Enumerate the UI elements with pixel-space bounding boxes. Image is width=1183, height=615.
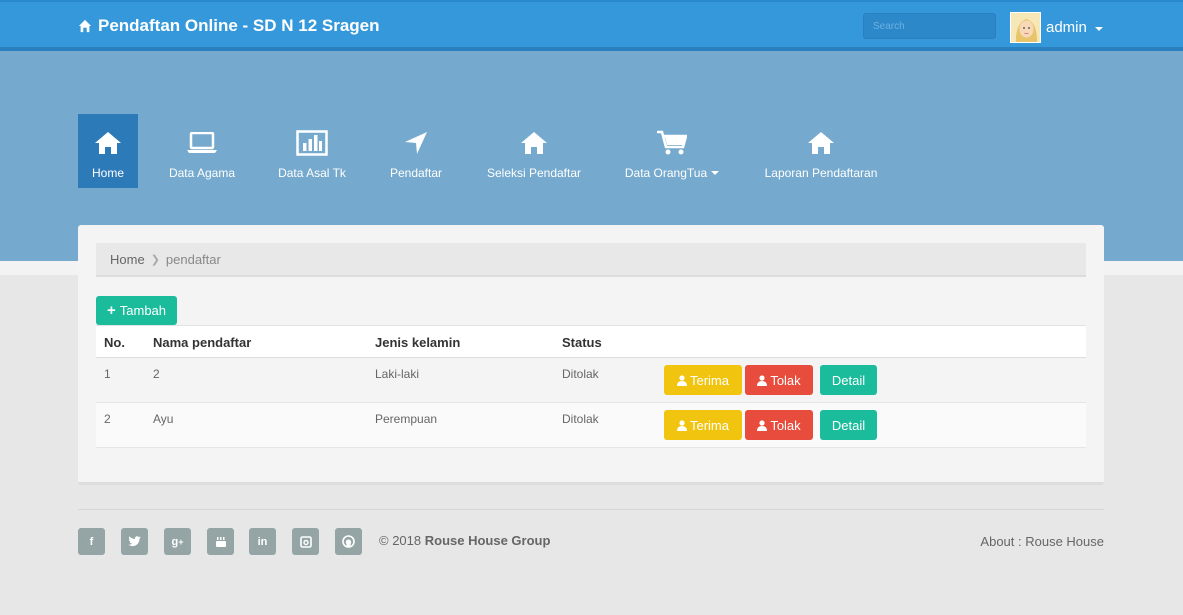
breadcrumb-home[interactable]: Home bbox=[110, 252, 145, 267]
cell-no: 2 bbox=[104, 412, 111, 426]
top-navbar: Pendaftan Online - SD N 12 Sragen admin bbox=[0, 0, 1183, 51]
nav-label: Data Asal Tk bbox=[278, 166, 346, 180]
terima-button[interactable]: Terima bbox=[664, 365, 742, 395]
facebook-icon[interactable]: f bbox=[78, 528, 105, 555]
username: admin bbox=[1046, 19, 1087, 36]
instagram-icon[interactable] bbox=[292, 528, 319, 555]
add-button-label: Tambah bbox=[119, 303, 167, 318]
header-jenis-kelamin: Jenis kelamin bbox=[375, 335, 461, 350]
cell-status: Ditolak bbox=[562, 367, 599, 381]
footer-divider bbox=[78, 509, 1104, 510]
cell-nama: Ayu bbox=[153, 412, 174, 426]
nav-label: Seleksi Pendaftar bbox=[486, 166, 582, 180]
home-icon bbox=[78, 19, 92, 33]
nav-label: Data OrangTua bbox=[624, 166, 708, 180]
cell-nama: 2 bbox=[153, 367, 160, 381]
chevron-down-icon bbox=[711, 171, 720, 175]
header-no: No. bbox=[104, 335, 125, 350]
nav-data-orangtua[interactable]: Data OrangTua bbox=[621, 114, 723, 188]
table-row: 1 2 Laki-laki Ditolak Terima Tolak Detai… bbox=[96, 358, 1086, 403]
home-icon bbox=[521, 132, 547, 154]
detail-button[interactable]: Detail bbox=[820, 365, 877, 395]
linkedin-icon[interactable]: in bbox=[249, 528, 276, 555]
table-header: No. Nama pendaftar Jenis kelamin Status bbox=[96, 325, 1086, 358]
terima-label: Terima bbox=[689, 417, 729, 433]
avatar bbox=[1010, 12, 1041, 43]
cell-jenis-kelamin: Laki-laki bbox=[375, 367, 420, 381]
google-plus-icon[interactable]: g + bbox=[164, 528, 191, 555]
chevron-down-icon bbox=[1094, 26, 1103, 31]
tolak-button[interactable]: Tolak bbox=[745, 365, 813, 395]
tolak-label: Tolak bbox=[770, 417, 801, 433]
brand-title: Pendaftan Online - SD N 12 Sragen bbox=[98, 16, 380, 35]
nav-laporan-pendaftaran[interactable]: Laporan Pendaftaran bbox=[760, 114, 882, 188]
user-icon bbox=[757, 374, 768, 386]
cell-status: Ditolak bbox=[562, 412, 599, 426]
table-row: 2 Ayu Perempuan Ditolak Terima Tolak Det… bbox=[96, 403, 1086, 448]
shopping-cart-icon bbox=[657, 130, 687, 155]
nav-seleksi-pendaftar[interactable]: Seleksi Pendaftar bbox=[484, 114, 584, 188]
brand[interactable]: Pendaftan Online - SD N 12 Sragen bbox=[78, 16, 380, 36]
home-icon bbox=[95, 132, 121, 154]
user-icon bbox=[757, 419, 768, 431]
copyright: © 2018 Rouse House Group bbox=[379, 533, 550, 548]
youtube-icon[interactable] bbox=[207, 528, 234, 555]
detail-label: Detail bbox=[831, 417, 866, 433]
bar-chart-icon bbox=[296, 130, 328, 156]
header-status: Status bbox=[562, 335, 602, 350]
nav-data-asal-tk[interactable]: Data Asal Tk bbox=[274, 114, 350, 188]
nav-label: Data Agama bbox=[168, 166, 236, 180]
nav-data-agama[interactable]: Data Agama bbox=[164, 114, 240, 188]
user-icon bbox=[676, 374, 687, 386]
cell-no: 1 bbox=[104, 367, 111, 381]
github-icon[interactable] bbox=[335, 528, 362, 555]
nav-label: Laporan Pendaftaran bbox=[764, 166, 878, 180]
tolak-button[interactable]: Tolak bbox=[745, 410, 813, 440]
content-panel: Home ❯ pendaftar + Tambah No. Nama penda… bbox=[78, 225, 1104, 485]
copyright-company: Rouse House Group bbox=[424, 533, 551, 548]
copyright-prefix: © 2018 bbox=[379, 533, 422, 548]
terima-label: Terima bbox=[689, 372, 729, 388]
header-nama: Nama pendaftar bbox=[153, 335, 252, 350]
search-input[interactable] bbox=[863, 13, 996, 39]
user-menu[interactable]: admin bbox=[1010, 12, 1103, 43]
nav-pendaftar[interactable]: Pendaftar bbox=[384, 114, 448, 188]
nav-label: Pendaftar bbox=[389, 166, 443, 180]
laptop-icon bbox=[187, 132, 217, 153]
twitter-icon[interactable] bbox=[121, 528, 148, 555]
nav-label: Home bbox=[91, 166, 124, 180]
about-link[interactable]: About : Rouse House bbox=[980, 534, 1104, 549]
plus-icon: + bbox=[107, 302, 116, 319]
breadcrumb: Home ❯ pendaftar bbox=[96, 243, 1086, 277]
nav-home[interactable]: Home bbox=[78, 114, 138, 188]
detail-button[interactable]: Detail bbox=[820, 410, 877, 440]
chevron-right-icon: ❯ bbox=[150, 253, 160, 266]
cell-jenis-kelamin: Perempuan bbox=[375, 412, 438, 426]
terima-button[interactable]: Terima bbox=[664, 410, 742, 440]
home-icon bbox=[808, 132, 834, 154]
detail-label: Detail bbox=[831, 372, 866, 388]
user-icon bbox=[676, 419, 687, 431]
location-arrow-icon bbox=[405, 132, 427, 154]
add-button[interactable]: + Tambah bbox=[96, 296, 178, 325]
tolak-label: Tolak bbox=[770, 372, 801, 388]
breadcrumb-current: pendaftar bbox=[165, 251, 221, 267]
pendaftar-table: No. Nama pendaftar Jenis kelamin Status … bbox=[96, 325, 1086, 448]
